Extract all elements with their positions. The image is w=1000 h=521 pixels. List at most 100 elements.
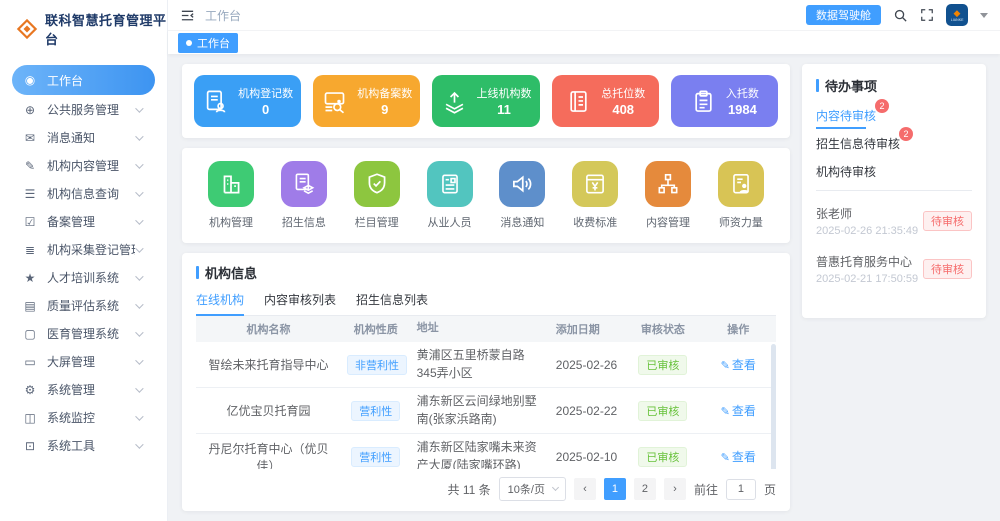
view-link[interactable]: ✎查看 (721, 404, 756, 418)
data-cockpit-button[interactable]: 数据驾驶舱 (806, 5, 881, 25)
sidebar-item[interactable]: ◉ 工作台 (12, 65, 155, 95)
todo-item-time: 2025-02-21 17:50:59 (816, 273, 918, 285)
tab-enrollment-list[interactable]: 招生信息列表 (356, 291, 428, 315)
table-scrollbar[interactable] (771, 344, 776, 469)
sidebar-item[interactable]: ▤ 质量评估系统 (12, 292, 155, 319)
stat-total-slots[interactable]: 总托位数 408 (552, 75, 659, 127)
app-content-management[interactable]: 内容管理 (637, 161, 699, 230)
todo-tab[interactable]: 机构待审核 (816, 163, 876, 182)
page-button-2[interactable]: 2 (634, 478, 656, 500)
sidebar-item-label: 消息通知 (47, 129, 135, 146)
chevron-down-icon (135, 244, 143, 252)
org-address: 黄浦区五里桥蒙自路345弄小区 (411, 343, 550, 386)
user-menu-caret-icon[interactable] (980, 13, 988, 18)
badge-count: 2 (899, 127, 913, 141)
fullscreen-icon[interactable] (920, 8, 934, 22)
todo-item-time: 2025-02-26 21:35:49 (816, 225, 918, 237)
sidebar-menu: ◉ 工作台 ⊕ 公共服务管理 ✉ 消息通知 ✎ 机构内容管理 (0, 58, 167, 466)
chevron-down-icon (135, 356, 143, 364)
sidebar-item[interactable]: ⚙ 系统管理 (12, 376, 155, 403)
sidebar-item[interactable]: ≣ 机构采集登记管理 (12, 236, 155, 263)
app-enrollment-info[interactable]: 招生信息 (273, 161, 335, 230)
todo-item-name: 张老师 (816, 205, 918, 222)
tab-content-review-list[interactable]: 内容审核列表 (264, 291, 336, 315)
org-tabs: 在线机构 内容审核列表 招生信息列表 (196, 291, 776, 316)
yen-doc-icon (582, 171, 608, 197)
sidebar-item[interactable]: ▭ 大屏管理 (12, 348, 155, 375)
stat-label: 总托位数 (601, 85, 645, 101)
content-area: 机构登记数 0 机构备案数 9 (168, 54, 1000, 521)
org-type-badge: 营利性 (351, 447, 400, 467)
sidebar-item-icon: ◫ (22, 411, 38, 425)
chevron-down-icon (135, 104, 143, 112)
view-link[interactable]: ✎查看 (721, 450, 756, 464)
sidebar-item-icon: ⊕ (22, 103, 38, 117)
sidebar-item-label: 备案管理 (47, 213, 135, 230)
building-icon (218, 171, 244, 197)
sidebar-item-icon: ⊡ (22, 439, 38, 453)
app-logo: 联科智慧托育管理平台 (0, 0, 167, 58)
app-practitioners[interactable]: 从业人员 (419, 161, 481, 230)
stat-value: 0 (238, 102, 293, 117)
app-teacher-resources[interactable]: 师资力量 (710, 161, 772, 230)
sidebar-item[interactable]: ☰ 机构信息查询 (12, 180, 155, 207)
column-header: 添加日期 (550, 317, 625, 341)
clipboard-icon (690, 88, 717, 115)
stat-org-registered[interactable]: 机构登记数 0 (194, 75, 301, 127)
app-column-management[interactable]: 栏目管理 (346, 161, 408, 230)
sidebar-collapse-icon[interactable] (180, 8, 195, 23)
breadcrumb: 工作台 (205, 7, 241, 24)
app-label: 机构管理 (200, 214, 262, 230)
todo-tab[interactable]: 内容待审核 2 (816, 107, 876, 126)
view-link[interactable]: ✎查看 (721, 358, 756, 372)
table-row[interactable]: 智绘未来托育指导中心 非营利性 黄浦区五里桥蒙自路345弄小区 2025-02-… (196, 342, 776, 388)
column-header: 审核状态 (625, 317, 700, 341)
stat-value: 11 (477, 102, 532, 117)
page-button-1[interactable]: 1 (604, 478, 626, 500)
app-fee-standards[interactable]: 收费标准 (564, 161, 626, 230)
chevron-down-icon (135, 328, 143, 336)
sidebar-item-icon: ◉ (22, 73, 38, 87)
table-row[interactable]: 丹尼尔托育中心（优贝佳） 营利性 浦东新区陆家嘴未来资产大厦(陆家嘴环路) 20… (196, 434, 776, 469)
todo-list-item[interactable]: 普惠托育服务中心 2025-02-21 17:50:59 待审核 (816, 245, 972, 293)
stats-panel: 机构登记数 0 机构备案数 9 (182, 64, 790, 138)
sidebar-item[interactable]: ▢ 医育管理系统 (12, 320, 155, 347)
stat-org-online[interactable]: 上线机构数 11 (432, 75, 539, 127)
sidebar-item[interactable]: ✎ 机构内容管理 (12, 152, 155, 179)
table-row[interactable]: 亿优宝贝托育园 营利性 浦东新区云间绿地别墅南(张家浜路南) 2025-02-2… (196, 388, 776, 434)
sidebar-item[interactable]: ⊡ 系统工具 (12, 432, 155, 459)
sidebar-item[interactable]: ✉ 消息通知 (12, 124, 155, 151)
goto-page-input[interactable] (726, 479, 756, 500)
stat-org-filed[interactable]: 机构备案数 9 (313, 75, 420, 127)
chevron-down-icon (135, 272, 143, 280)
sidebar-item-icon: ▢ (22, 327, 38, 341)
todo-panel: 待办事项 内容待审核 2 招生信息待审核 2 (802, 64, 986, 318)
sidebar-item[interactable]: ★ 人才培训系统 (12, 264, 155, 291)
prev-page-button[interactable]: ‹ (574, 478, 596, 500)
todo-tab[interactable]: 招生信息待审核 2 (816, 135, 900, 154)
edit-icon: ✎ (721, 406, 730, 418)
tab-workbench[interactable]: 工作台 (178, 33, 238, 53)
stat-label: 机构备案数 (357, 85, 412, 101)
app-message-notice[interactable]: 消息通知 (491, 161, 553, 230)
avatar[interactable]: ◆ LIANKE (946, 4, 968, 26)
todo-list-item[interactable]: 张老师 2025-02-26 21:35:49 待审核 (816, 197, 972, 245)
search-icon[interactable] (893, 8, 908, 23)
app-label: 从业人员 (419, 214, 481, 230)
stat-enrolled[interactable]: 入托数 1984 (671, 75, 778, 127)
sidebar-item[interactable]: ⊕ 公共服务管理 (12, 96, 155, 123)
column-header: 机构性质 (341, 317, 411, 341)
next-page-button[interactable]: › (664, 478, 686, 500)
page-size-select[interactable]: 10条/页 (499, 477, 566, 501)
sidebar-item[interactable]: ◫ 系统监控 (12, 404, 155, 431)
main-area: 工作台 数据驾驶舱 ◆ LIANKE 工作台 (168, 0, 1000, 521)
sidebar-item[interactable]: ☑ 备案管理 (12, 208, 155, 235)
stat-value: 1984 (726, 102, 759, 117)
pending-badge: 待审核 (923, 211, 972, 231)
sidebar-item-label: 大屏管理 (47, 353, 135, 370)
pagination-total: 共 11 条 (448, 481, 491, 498)
badge-count: 2 (875, 99, 889, 113)
app-org-management[interactable]: 机构管理 (200, 161, 262, 230)
tab-online-orgs[interactable]: 在线机构 (196, 291, 244, 315)
sidebar-item-label: 机构内容管理 (47, 157, 135, 174)
